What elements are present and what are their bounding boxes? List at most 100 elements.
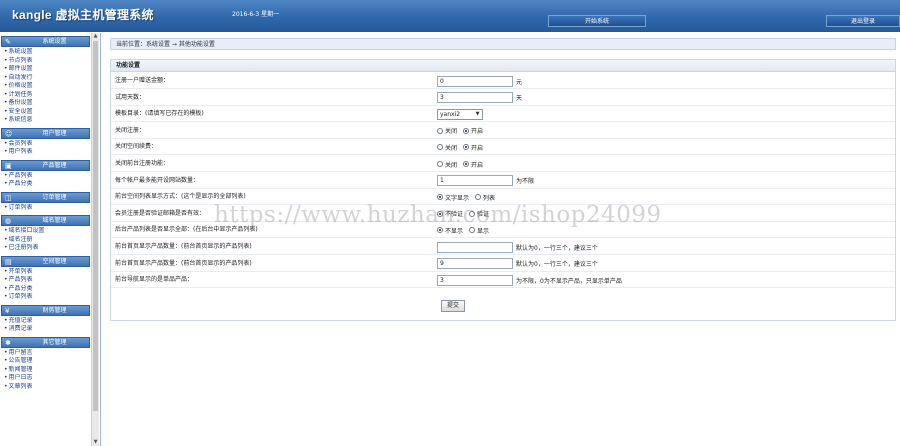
setting-suffix: 元 [516,78,523,86]
setting-suffix: 为不限 [516,178,535,186]
radio-option[interactable]: 关闭 [437,126,457,135]
setting-label: 前台导航显示的是单品产品： [115,276,194,284]
sidebar-scrollbar[interactable]: ▲ ▼ [91,33,99,446]
setting-input[interactable]: 3 [437,92,513,104]
setting-input[interactable]: 1 [437,175,513,187]
sidebar-item[interactable]: •用户日志 [0,374,91,383]
radio-button[interactable] [463,161,470,167]
sidebar-group-header[interactable]: ✎ 系统设置 [1,36,90,47]
settings-row: 关闭空间续费： 关闭 开启 [111,139,895,156]
sidebar-item-label: 新闻管理 [8,365,33,373]
radio-button[interactable] [437,127,443,134]
radio-label: 关闭 [445,161,458,169]
sidebar-item-label: 产品列表 [8,276,33,283]
setting-input[interactable]: 9 [437,258,513,270]
sidebar-item[interactable]: •开单列表 [0,268,91,277]
sidebar-item[interactable]: •系统信息 [0,116,91,125]
sidebar-item-label: 用户列表 [8,148,33,155]
sidebar-item-label: 消费记录 [8,325,33,332]
setting-label: 试用天数： [115,93,146,101]
radio-option[interactable]: 关闭 [437,160,457,169]
sidebar-group-header[interactable]: ◍ 域名管理 [1,215,90,226]
sidebar-item[interactable]: •订单列表 [0,204,91,213]
setting-input[interactable] [437,241,513,253]
sidebar-group-header[interactable]: ▣ 产品管理 [1,159,90,171]
sidebar-item[interactable]: •自动发行 [0,74,91,83]
start-system-button[interactable]: 开始系统 [548,15,646,27]
sidebar-item-label: 域名注册 [8,235,33,243]
sidebar-item-label: 产品列表 [8,171,33,179]
radio-button[interactable] [463,144,470,151]
sidebar-group-header[interactable]: ◫ 订单管理 [1,191,90,203]
radio-label: 文字显示 [445,194,470,202]
radio-option[interactable]: 列表 [475,193,495,202]
sidebar-group-header[interactable]: ▤ 空间管理 [1,255,90,267]
radio-button[interactable] [437,161,443,167]
bullet-icon: • [4,203,8,211]
logout-button[interactable]: 退出登录 [826,15,900,27]
sidebar-item[interactable]: •公告管理 [0,357,91,366]
sidebar-group-header[interactable]: ¥ 财务管理 [1,304,90,316]
sidebar-item-label: 已注册列表 [8,244,39,251]
bullet-icon: • [4,90,8,98]
radio-button[interactable] [475,194,482,201]
sidebar-item[interactable]: •新闻管理 [0,366,91,375]
sidebar-item[interactable]: •文章列表 [0,383,91,392]
radio-button[interactable] [463,127,470,134]
sidebar-item[interactable]: •产品列表 [0,276,91,285]
sidebar-item[interactable]: •安全设置 [0,108,91,117]
sidebar-item-label: 公告管理 [8,357,33,364]
radio-option[interactable]: 关闭 [437,143,457,152]
radio-button[interactable] [469,227,476,234]
header-date: 2016-6-3 星期一 [232,11,280,18]
sidebar-group-header[interactable]: ☺ 用户管理 [1,127,90,139]
sidebar-item[interactable]: •计划任务 [0,91,91,100]
scroll-thumb[interactable] [93,41,98,411]
radio-option[interactable]: 文字显示 [437,193,469,202]
sidebar-item-label: 产品分类 [8,180,33,187]
sidebar-item-label: 安全设置 [8,107,33,115]
submit-button[interactable]: 提交 [441,300,465,312]
sidebar-item[interactable]: •价格设置 [0,82,91,91]
settings-row: 每个帐户最多能开设网站数量： 1 为不限 [111,173,895,189]
radio-button[interactable] [437,194,443,201]
radio-button[interactable] [437,227,443,234]
template-select[interactable]: yanxi2 ▼ [437,108,483,120]
radio-option[interactable]: 开启 [463,160,483,169]
sidebar-item[interactable]: •消费记录 [0,325,91,334]
chevron-down-icon: ▼ [475,110,480,117]
sidebar-item[interactable]: •备份设置 [0,99,91,108]
sidebar-item[interactable]: •已注册列表 [0,244,91,253]
sidebar-item[interactable]: •用户列表 [0,148,91,157]
sidebar-item[interactable]: •会员列表 [0,140,91,149]
sidebar-item[interactable]: •产品分类 [0,180,91,189]
sidebar-item[interactable]: •产品列表 [0,172,91,181]
radio-option[interactable]: 开启 [463,126,483,135]
sidebar-item-label: 计划任务 [8,90,33,98]
scroll-down-icon[interactable]: ▼ [92,439,99,446]
setting-input[interactable]: 3 [437,274,513,286]
sidebar-item[interactable]: •域名接口设置 [0,227,91,236]
settings-row: 关闭前台注册功能： 关闭 开启 [111,156,895,172]
sidebar-item[interactable]: •充值记录 [0,317,91,326]
sidebar-item[interactable]: •订单列表 [0,293,91,302]
radio-option[interactable]: 开启 [463,143,483,152]
globe-icon: ◍ [5,217,12,225]
radio-label: 开启 [471,128,484,136]
setting-label: 前台首页显示产品数量：(前台首页显示的产品列表) [115,243,252,250]
sidebar-group-label: 用户管理 [42,129,67,137]
sidebar-item[interactable]: •用户留言 [0,349,91,358]
setting-input[interactable]: 0 [437,75,513,87]
setting-label: 关闭空间续费： [115,143,158,151]
settings-panel: 功能设置 注册一户赠送金额： 0 元试用天数： 3 天模板目录：(请填写已存在的模板) y… [110,59,896,321]
sidebar-item[interactable]: •系统设置 [0,48,91,57]
sidebar-item[interactable]: •邮件设置 [0,65,91,74]
scroll-up-icon[interactable]: ▲ [92,33,99,40]
setting-label: 关闭注册： [115,126,146,134]
settings-row: 关闭注册： 关闭 开启 [111,123,895,139]
radio-button[interactable] [437,144,443,151]
sidebar-item[interactable]: •域名注册 [0,236,91,245]
sidebar-group-header[interactable]: ✱ 其它管理 [1,336,90,348]
sidebar-item[interactable]: •产品分类 [0,285,91,294]
sidebar-item[interactable]: •节点列表 [0,57,91,66]
